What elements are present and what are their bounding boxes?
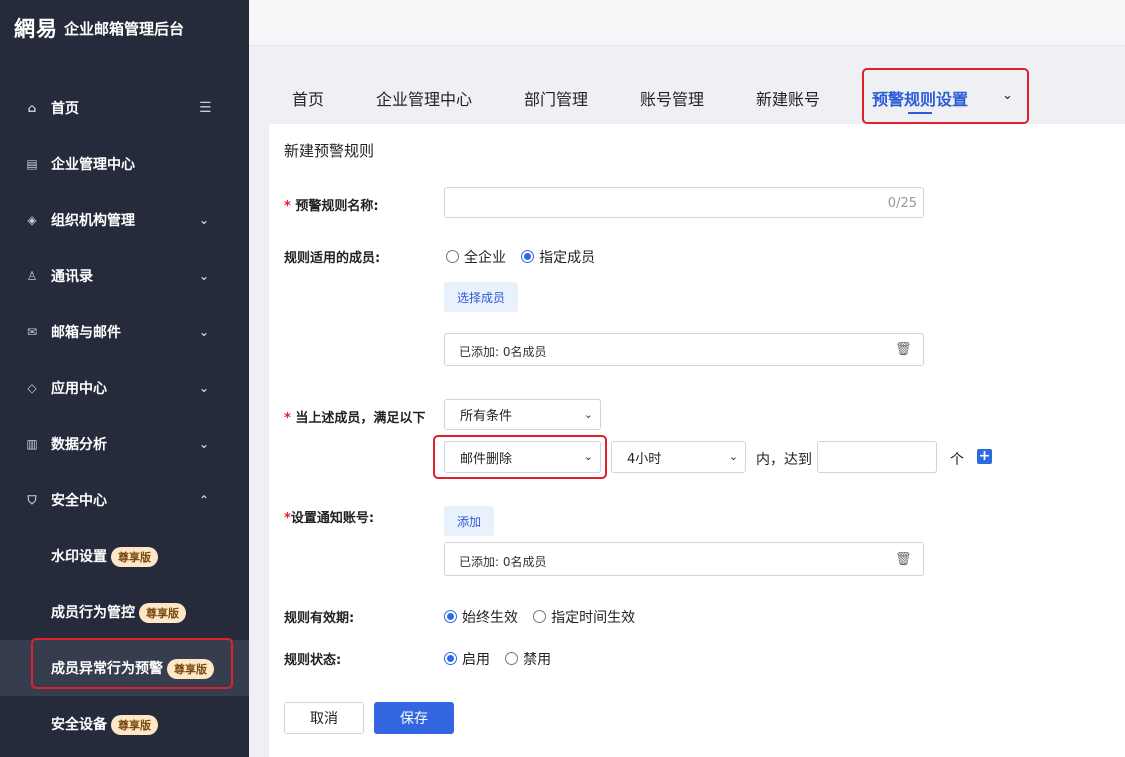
chevron-down-icon: ⌄	[199, 381, 210, 395]
home-icon: ⌂	[27, 101, 37, 115]
sidebar: 網易 企业邮箱管理后台 ⌂ 首页 ☰ ▤ 企业管理中心 ◈ 组织机构管理 ⌄ ♙…	[0, 0, 249, 757]
tab-enterprise[interactable]: 企业管理中心	[376, 86, 472, 110]
sidebar-subitem-label: 安全设备	[51, 716, 107, 733]
sidebar-item-label: 企业管理中心	[51, 157, 135, 173]
tab-new-account[interactable]: 新建账号	[756, 86, 820, 110]
tab-accounts[interactable]: 账号管理	[640, 86, 704, 110]
added-members-text: 已添加: 0名成员	[459, 345, 547, 359]
select-members-button[interactable]: 选择成员	[444, 282, 518, 312]
radio-all-enterprise[interactable]	[446, 250, 459, 263]
tab-department[interactable]: 部门管理	[524, 86, 588, 110]
add-condition-icon[interactable]: +	[977, 449, 992, 464]
chevron-down-icon: ⌄	[199, 213, 210, 227]
rule-name-label: * 预警规则名称:	[284, 199, 379, 214]
within-text: 内，达到	[756, 452, 812, 468]
shield-icon: ⛉	[27, 492, 37, 507]
chevron-down-icon: ⌄	[199, 325, 210, 339]
save-button[interactable]: 保存	[374, 702, 454, 734]
layers-icon: ◈	[27, 213, 37, 227]
radio-disable[interactable]	[505, 652, 519, 665]
char-counter: 0/25	[887, 196, 917, 211]
chevron-down-icon: ⌄	[583, 450, 593, 463]
tab-alert-rule-settings[interactable]: 预警规则设置	[872, 86, 968, 110]
sidebar-item-analytics[interactable]: ▥ 数据分析 ⌄	[0, 416, 249, 472]
document-icon: ▤	[26, 157, 38, 171]
brand-title: 企业邮箱管理后台	[64, 19, 185, 38]
page-title: 新建预警规则	[284, 142, 375, 160]
chevron-down-icon: ⌄	[728, 450, 738, 463]
sidebar-subitem-label: 水印设置	[51, 548, 107, 565]
sidebar-item-label: 组织机构管理	[51, 213, 135, 229]
radio-enable[interactable]	[444, 652, 457, 665]
added-members-box: 已添加: 0名成员 🗑	[444, 333, 924, 366]
bar-chart-icon: ▥	[26, 437, 38, 451]
premium-badge: 尊享版	[111, 714, 158, 735]
chevron-down-icon: ⌄	[199, 269, 210, 283]
top-bar	[249, 0, 1125, 46]
sidebar-subitem-behavior-control[interactable]: 成员行为管控 尊享版	[0, 584, 249, 640]
cancel-button[interactable]: 取消	[284, 702, 364, 734]
validity-radio-group: 始终生效 指定时间生效	[444, 606, 645, 627]
tab-bar	[249, 46, 1125, 124]
status-label: 规则状态:	[284, 653, 342, 668]
chevron-down-icon[interactable]: ⌄	[1002, 88, 1013, 103]
radio-always-valid[interactable]	[444, 610, 457, 623]
sidebar-item-contacts[interactable]: ♙ 通讯录 ⌄	[0, 248, 249, 304]
diamond-icon: ◇	[27, 381, 37, 395]
members-radio-group: 全企业 指定成员	[446, 246, 605, 267]
radio-specified-members[interactable]	[521, 250, 535, 263]
collapse-sidebar-icon[interactable]: ☰	[199, 100, 212, 116]
chevron-down-icon: ⌄	[583, 408, 593, 421]
sidebar-item-label: 通讯录	[51, 269, 93, 285]
members-label: 规则适用的成员:	[284, 251, 381, 266]
brand: 網易 企业邮箱管理后台	[14, 14, 184, 42]
chevron-up-icon: ⌃	[199, 493, 210, 507]
sidebar-subitem-watermark[interactable]: 水印设置 尊享版	[0, 528, 249, 584]
sidebar-subitem-label: 成员行为管控	[51, 604, 135, 621]
notify-added-text: 已添加: 0名成员	[459, 555, 547, 569]
threshold-input[interactable]	[817, 441, 937, 473]
condition-select[interactable]: 所有条件 ⌄	[444, 399, 601, 430]
user-icon: ♙	[26, 269, 38, 283]
premium-badge: 尊享版	[139, 602, 186, 623]
chevron-down-icon: ⌄	[199, 437, 210, 451]
sidebar-item-enterprise[interactable]: ▤ 企业管理中心	[0, 136, 249, 192]
sidebar-item-label: 首页	[51, 101, 79, 117]
active-tab-indicator	[908, 112, 932, 114]
unit-text: 个	[950, 452, 964, 468]
validity-label: 规则有效期:	[284, 611, 355, 626]
add-notify-button[interactable]: 添加	[444, 506, 494, 536]
event-select[interactable]: 邮件删除 ⌄	[444, 441, 601, 473]
condition-label: * 当上述成员，满足以下	[284, 411, 426, 426]
rule-name-input[interactable]: 0/25	[444, 187, 924, 218]
sidebar-subitem-abnormal-alert[interactable]: 成员异常行为预警 尊享版	[0, 640, 249, 696]
period-select[interactable]: 4小时 ⌄	[611, 441, 746, 473]
trash-icon[interactable]: 🗑	[895, 342, 912, 357]
sidebar-item-home[interactable]: ⌂ 首页 ☰	[0, 80, 249, 136]
netease-logo: 網易	[14, 16, 58, 41]
mail-icon: ✉	[26, 325, 38, 339]
sidebar-item-mailbox[interactable]: ✉ 邮箱与邮件 ⌄	[0, 304, 249, 360]
premium-badge: 尊享版	[111, 546, 158, 567]
trash-icon[interactable]: 🗑	[895, 552, 912, 567]
premium-badge: 尊享版	[167, 658, 214, 679]
sidebar-item-apps[interactable]: ◇ 应用中心 ⌄	[0, 360, 249, 416]
status-radio-group: 启用 禁用	[444, 648, 561, 669]
sidebar-subitem-label: 成员异常行为预警	[51, 660, 163, 677]
sidebar-item-label: 数据分析	[51, 437, 107, 453]
sidebar-item-label: 安全中心	[51, 493, 107, 509]
notify-label: *设置通知账号:	[284, 511, 375, 526]
sidebar-item-org[interactable]: ◈ 组织机构管理 ⌄	[0, 192, 249, 248]
notify-added-box: 已添加: 0名成员 🗑	[444, 542, 924, 576]
sidebar-item-label: 应用中心	[51, 381, 107, 397]
sidebar-item-label: 邮箱与邮件	[51, 325, 121, 341]
sidebar-item-security[interactable]: ⛉ 安全中心 ⌃	[0, 472, 249, 528]
sidebar-subitem-security-devices[interactable]: 安全设备 尊享版	[0, 696, 249, 752]
tab-home[interactable]: 首页	[292, 86, 324, 110]
radio-specified-time[interactable]	[533, 610, 547, 623]
